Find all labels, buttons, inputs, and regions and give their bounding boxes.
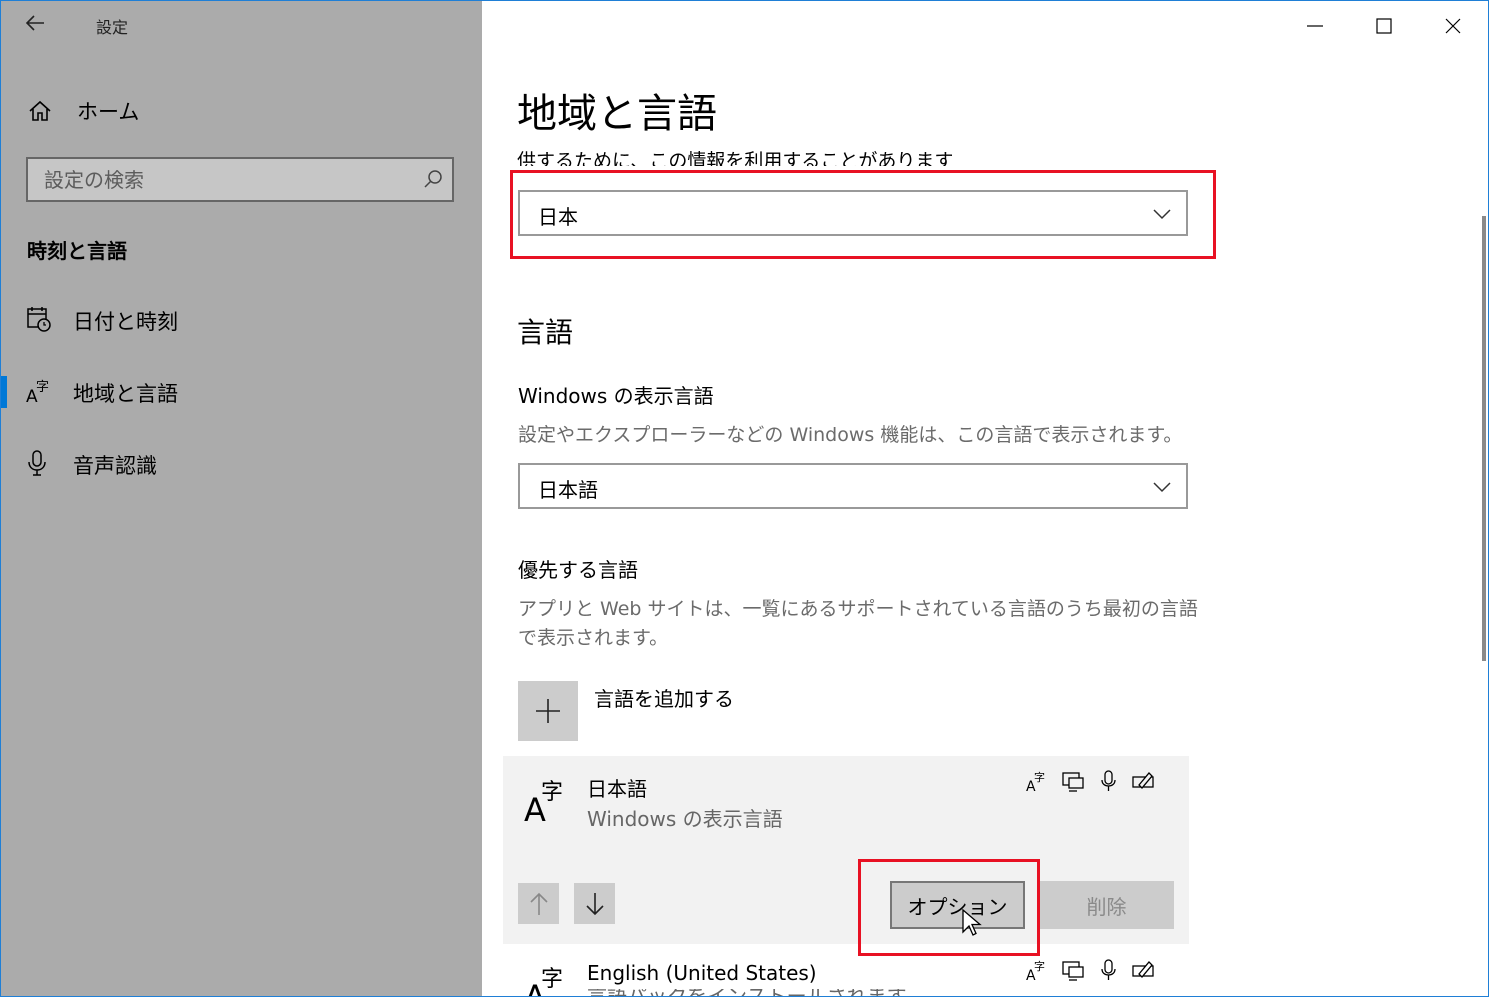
- back-button[interactable]: [23, 11, 53, 39]
- display-icon: [1060, 769, 1087, 793]
- scrollbar[interactable]: [1482, 216, 1486, 661]
- display-language-value: 日本語: [538, 478, 598, 502]
- svg-text:字: 字: [36, 380, 49, 395]
- language-subtitle: Windows の表示言語: [587, 807, 783, 831]
- app-title: 設定: [96, 18, 129, 37]
- sidebar-item-home[interactable]: ホーム: [27, 93, 467, 129]
- plus-icon: [536, 699, 560, 723]
- svg-text:字: 字: [541, 967, 563, 992]
- language-icon: A字: [26, 377, 52, 407]
- move-down-button[interactable]: [574, 883, 615, 924]
- arrow-up-icon: [529, 892, 548, 915]
- sidebar-item-date-time[interactable]: 日付と時刻: [1, 296, 482, 342]
- selection-indicator: [1, 376, 7, 408]
- arrow-down-icon: [585, 892, 604, 915]
- page-title: 地域と言語: [517, 91, 717, 137]
- maximize-button[interactable]: [1361, 9, 1407, 43]
- display-language-heading: Windows の表示言語: [518, 384, 714, 408]
- close-icon: [1445, 18, 1461, 34]
- sidebar-item-label: 音声認識: [73, 454, 157, 478]
- add-language-label[interactable]: 言語を追加する: [594, 683, 734, 712]
- preferred-languages-description-line2: で表示されます。: [518, 627, 669, 649]
- settings-search[interactable]: [26, 157, 454, 202]
- sidebar-item-label: 地域と言語: [73, 382, 178, 406]
- highlight-box-region: [510, 170, 1216, 259]
- display-language-dropdown[interactable]: 日本語: [518, 463, 1188, 509]
- minimize-button[interactable]: [1292, 9, 1338, 43]
- region-description-partial: 供するために、この情報を利用することがあります: [517, 150, 954, 166]
- language-subtitle: 言語パックをインストールされます: [587, 989, 907, 996]
- main-panel: 地域と言語 供するために、この情報を利用することがあります 日本 言語 Wind…: [482, 1, 1488, 996]
- language-pack-icon: A字: [1025, 769, 1052, 795]
- section-heading: 時刻と言語: [27, 239, 127, 263]
- display-icon: [1060, 958, 1087, 982]
- language-name: 日本語: [587, 777, 647, 801]
- add-language-button[interactable]: [518, 681, 578, 741]
- language-heading: 言語: [517, 316, 574, 349]
- home-label: ホーム: [77, 100, 140, 124]
- language-pack-icon: A字: [1025, 958, 1052, 984]
- svg-text:字: 字: [541, 780, 563, 805]
- chevron-down-icon: [1152, 479, 1172, 498]
- language-name[interactable]: English (United States): [587, 961, 817, 985]
- delete-button[interactable]: 削除: [1039, 881, 1174, 929]
- language-feature-icons: A字: [1025, 958, 1157, 984]
- microphone-icon: [26, 449, 52, 477]
- sidebar: 設定 ホーム 時刻と言語 日付と時刻 A字 地域と言語: [1, 1, 482, 996]
- preferred-languages-description-line1: アプリと Web サイトは、一覧にあるサポートされている言語のうち最初の言語: [518, 598, 1198, 620]
- speech-icon: [1095, 769, 1122, 793]
- language-feature-icons: A字: [1025, 769, 1157, 795]
- handwriting-icon: [1130, 769, 1157, 793]
- speech-icon: [1095, 958, 1122, 982]
- move-up-button[interactable]: [518, 883, 559, 924]
- language-icon: A字: [524, 964, 568, 996]
- search-icon[interactable]: [422, 168, 444, 194]
- minimize-icon: [1307, 25, 1323, 27]
- mouse-cursor-icon: [962, 908, 982, 943]
- language-icon: A字: [524, 777, 568, 833]
- home-icon: [29, 100, 51, 121]
- calendar-clock-icon: [26, 305, 52, 333]
- settings-window: 設定 ホーム 時刻と言語 日付と時刻 A字 地域と言語: [0, 0, 1489, 997]
- sidebar-item-region-language[interactable]: A字 地域と言語: [1, 368, 482, 414]
- maximize-icon: [1376, 18, 1392, 34]
- svg-text:字: 字: [1034, 959, 1045, 973]
- sidebar-item-label: 日付と時刻: [73, 310, 178, 334]
- search-input[interactable]: [44, 167, 404, 193]
- back-arrow-icon: [25, 15, 44, 31]
- sidebar-item-speech[interactable]: 音声認識: [1, 440, 482, 486]
- preferred-languages-heading: 優先する言語: [518, 558, 638, 582]
- handwriting-icon: [1130, 958, 1157, 982]
- highlight-box-options: [858, 859, 1040, 956]
- svg-text:字: 字: [1034, 770, 1045, 784]
- close-button[interactable]: [1430, 9, 1476, 43]
- display-language-description: 設定やエクスプローラーなどの Windows 機能は、この言語で表示されます。: [518, 424, 1183, 446]
